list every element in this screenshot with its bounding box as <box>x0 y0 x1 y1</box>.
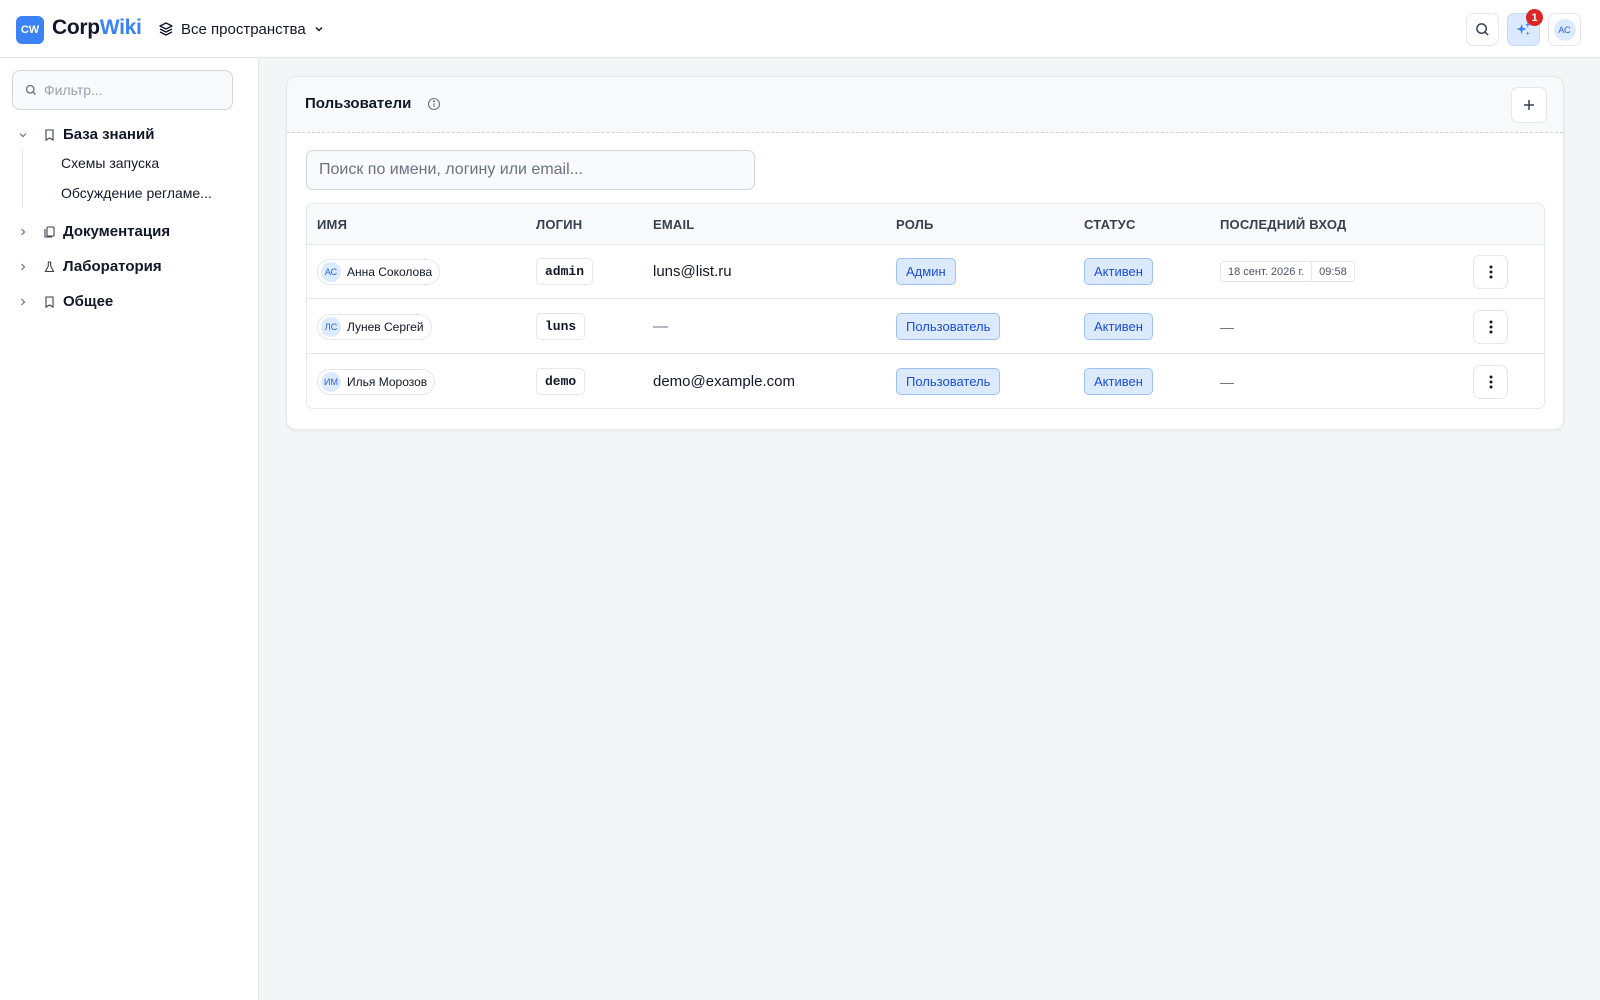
sidebar-space-label: Лаборатория <box>63 258 162 275</box>
user-chip[interactable]: АС Анна Соколова <box>317 259 441 285</box>
avatar: АС <box>1553 18 1576 41</box>
column-header-name[interactable]: ИМЯ <box>317 217 347 232</box>
user-chip[interactable]: ИМ Илья Морозов <box>317 369 436 395</box>
column-header-login[interactable]: ЛОГИН <box>536 217 582 232</box>
copy-icon <box>44 226 55 238</box>
search-icon <box>1476 23 1489 36</box>
notification-badge: 1 <box>1526 9 1543 26</box>
role-badge: Пользователь <box>896 313 1001 340</box>
last-login-empty: — <box>1220 374 1234 390</box>
book-icon <box>45 296 54 308</box>
users-card: Пользователи ИМЯ ЛОГИН EMAIL РОЛЬ СТАТУС… <box>286 76 1564 430</box>
space-switcher[interactable]: Все пространства <box>158 18 325 40</box>
layers-icon <box>159 22 173 36</box>
column-header-last-login[interactable]: ПОСЛЕДНИЙ ВХОД <box>1220 217 1347 232</box>
last-login-time: 09:58 <box>1319 265 1347 278</box>
tree-guide-line <box>22 149 23 207</box>
ai-assistant-button[interactable]: 1 <box>1507 9 1543 46</box>
user-menu-button[interactable]: АС <box>1548 13 1581 46</box>
space-switcher-label: Все пространства <box>181 20 306 38</box>
more-vertical-icon <box>1489 265 1492 279</box>
sidebar-space-label: Общее <box>63 293 114 310</box>
avatar: ИМ <box>321 372 341 392</box>
table-row[interactable]: ЛС Лунев Сергей luns — Пользователь Акти… <box>307 300 1544 354</box>
column-header-email[interactable]: EMAIL <box>653 217 694 232</box>
more-vertical-icon <box>1489 375 1492 389</box>
flask-icon <box>44 261 55 273</box>
plus-icon <box>1524 100 1534 110</box>
app-logo[interactable]: CorpWiki <box>52 16 142 40</box>
chevron-right-icon[interactable] <box>18 297 28 307</box>
role-badge: Пользователь <box>896 368 1001 395</box>
users-search-input[interactable] <box>306 150 755 190</box>
user-email: demo@example.com <box>653 373 795 390</box>
chevron-right-icon[interactable] <box>18 262 28 272</box>
sidebar-space-label: База знаний <box>63 126 155 143</box>
avatar: АС <box>321 262 341 282</box>
page-title: Пользователи <box>305 95 412 112</box>
last-login-date: 18 сент. 2026 г. <box>1228 265 1305 278</box>
last-login-timestamp: 18 сент. 2026 г. 09:58 <box>1220 261 1355 282</box>
sidebar-page-link[interactable]: Обсуждение регламе... <box>61 185 221 201</box>
user-login: luns <box>536 313 586 340</box>
book-icon <box>45 129 54 141</box>
avatar: ЛС <box>321 317 341 337</box>
user-name: Илья Морозов <box>347 375 428 389</box>
logo-corp: Corp <box>52 16 100 39</box>
row-actions-button[interactable] <box>1473 365 1508 399</box>
logo-wiki: Wiki <box>99 16 142 39</box>
user-name: Анна Соколова <box>347 265 433 279</box>
column-header-status[interactable]: СТАТУС <box>1084 217 1136 232</box>
user-name: Лунев Сергей <box>347 320 424 334</box>
chevron-down-icon <box>315 26 323 32</box>
top-header: CW CorpWiki Все пространства 1 АС <box>0 0 1600 58</box>
card-header: Пользователи <box>287 77 1563 133</box>
sidebar-filter-input[interactable] <box>44 82 224 98</box>
sidebar-space-baza-znaniy[interactable]: База знаний <box>0 122 259 148</box>
status-badge: Активен <box>1084 258 1153 285</box>
last-login-empty: — <box>1220 319 1234 335</box>
more-vertical-icon <box>1489 320 1492 334</box>
add-user-button[interactable] <box>1511 87 1547 123</box>
status-badge: Активен <box>1084 368 1153 395</box>
search-icon <box>25 84 36 95</box>
sidebar: База знаний Схемы запуска Обсуждение рег… <box>0 58 259 1000</box>
table-row[interactable]: ИМ Илья Морозов demo demo@example.com По… <box>307 355 1544 408</box>
sidebar-page-link[interactable]: Схемы запуска <box>61 155 221 171</box>
chevron-down-icon[interactable] <box>18 130 28 140</box>
role-badge: Админ <box>896 258 956 285</box>
sidebar-space-laboratoriya[interactable]: Лаборатория <box>0 254 259 280</box>
column-header-role[interactable]: РОЛЬ <box>896 217 934 232</box>
row-actions-button[interactable] <box>1473 255 1508 289</box>
sidebar-space-obshchee[interactable]: Общее <box>0 289 259 315</box>
logo-badge[interactable]: CW <box>16 16 44 44</box>
table-header: ИМЯ ЛОГИН EMAIL РОЛЬ СТАТУС ПОСЛЕДНИЙ ВХ… <box>307 204 1544 245</box>
user-login: admin <box>536 258 594 285</box>
chevron-right-icon[interactable] <box>18 227 28 237</box>
user-email: — <box>653 318 668 335</box>
info-icon[interactable] <box>427 97 441 111</box>
user-chip[interactable]: ЛС Лунев Сергей <box>317 314 432 340</box>
search-button[interactable] <box>1466 13 1499 46</box>
sidebar-space-label: Документация <box>63 223 171 240</box>
user-email: luns@list.ru <box>653 263 732 280</box>
sidebar-filter[interactable] <box>12 70 233 110</box>
user-login: demo <box>536 368 586 395</box>
table-row[interactable]: АС Анна Соколова admin luns@list.ru Адми… <box>307 245 1544 299</box>
users-table: ИМЯ ЛОГИН EMAIL РОЛЬ СТАТУС ПОСЛЕДНИЙ ВХ… <box>306 203 1545 409</box>
status-badge: Активен <box>1084 313 1153 340</box>
row-actions-button[interactable] <box>1473 310 1508 344</box>
sidebar-space-dokumentaciya[interactable]: Документация <box>0 219 259 245</box>
